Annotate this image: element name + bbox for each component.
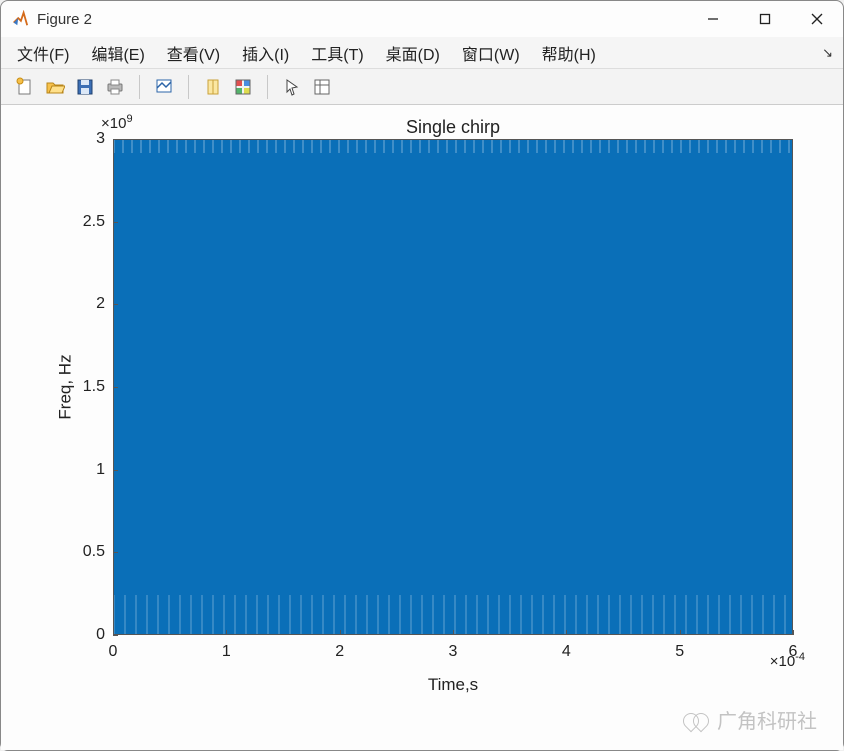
x-tick-label: 0 <box>109 643 118 661</box>
menu-desktop[interactable]: 桌面(D) <box>376 38 450 68</box>
figure-window: Figure 2 文件(F) 编辑(E) 查看(V) 插入(I) 工具(T) 桌… <box>0 0 844 751</box>
x-axis-label: Time,s <box>105 675 801 695</box>
menu-overflow-icon[interactable]: ↘ <box>822 45 833 61</box>
menu-bar: 文件(F) 编辑(E) 查看(V) 插入(I) 工具(T) 桌面(D) 窗口(W… <box>1 37 843 69</box>
chart-data-region <box>113 139 793 635</box>
matlab-icon <box>11 10 29 28</box>
figure-canvas[interactable]: Single chirp ×109 ×10-4 Freq, Hz Time,s … <box>1 105 843 750</box>
x-tick-label: 1 <box>222 643 231 661</box>
y-tick-label: 0 <box>65 626 105 644</box>
toolbar-colorbar-button[interactable] <box>229 74 257 100</box>
toolbar-link-plot-button[interactable] <box>199 74 227 100</box>
y-tick-label: 1 <box>65 461 105 479</box>
x-tick-label: 5 <box>675 643 684 661</box>
window-close-button[interactable] <box>791 1 843 37</box>
menu-edit[interactable]: 编辑(E) <box>81 38 154 68</box>
x-axis-exponent: ×10-4 <box>770 651 805 670</box>
toolbar-save-button[interactable] <box>71 74 99 100</box>
toolbar-data-cursor-button[interactable] <box>150 74 178 100</box>
toolbar-new-figure-button[interactable] <box>11 74 39 100</box>
chart-title: Single chirp <box>105 117 801 138</box>
menu-view[interactable]: 查看(V) <box>157 38 230 68</box>
y-tick-label: 2.5 <box>65 213 105 231</box>
x-tick-label: 6 <box>789 643 798 661</box>
toolbar-open-button[interactable] <box>41 74 69 100</box>
y-tick-label: 2 <box>65 295 105 313</box>
y-tick-label: 3 <box>65 130 105 148</box>
toolbar-property-inspector-button[interactable] <box>308 74 336 100</box>
menu-window[interactable]: 窗口(W) <box>452 38 530 68</box>
y-tick-label: 1.5 <box>65 378 105 396</box>
menu-insert[interactable]: 插入(I) <box>232 38 299 68</box>
y-axis-exponent: ×109 <box>101 113 133 132</box>
window-minimize-button[interactable] <box>687 1 739 37</box>
title-bar: Figure 2 <box>1 1 843 37</box>
menu-help[interactable]: 帮助(H) <box>532 38 606 68</box>
menu-file[interactable]: 文件(F) <box>7 38 79 68</box>
x-tick-label: 2 <box>335 643 344 661</box>
window-maximize-button[interactable] <box>739 1 791 37</box>
menu-tools[interactable]: 工具(T) <box>301 38 373 68</box>
axes[interactable]: Single chirp ×109 ×10-4 Freq, Hz Time,s … <box>105 139 801 751</box>
toolbar-print-button[interactable] <box>101 74 129 100</box>
x-tick-label: 3 <box>449 643 458 661</box>
y-tick-label: 0.5 <box>65 543 105 561</box>
x-tick-label: 4 <box>562 643 571 661</box>
toolbar <box>1 69 843 105</box>
window-title: Figure 2 <box>37 11 92 28</box>
toolbar-edit-plot-button[interactable] <box>278 74 306 100</box>
